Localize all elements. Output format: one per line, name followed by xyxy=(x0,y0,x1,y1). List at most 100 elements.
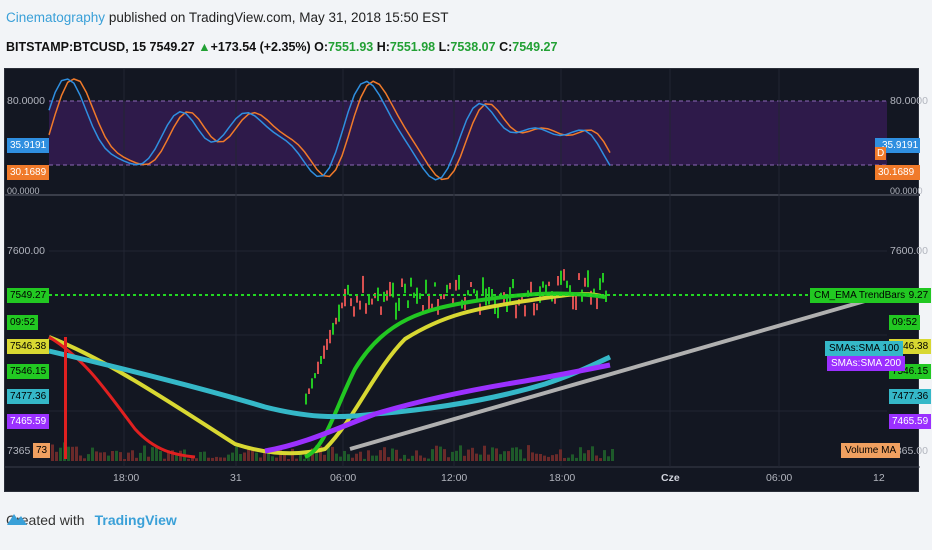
stoch-level-0-right: 00.0000 xyxy=(890,186,923,196)
candle xyxy=(377,287,379,302)
volume-bar xyxy=(555,454,558,461)
footer: Created with TradingView xyxy=(6,512,177,528)
volume-bar xyxy=(75,446,78,461)
low-value: 7538.07 xyxy=(450,40,496,54)
author-link[interactable]: Cinematography xyxy=(6,10,105,25)
volume-bar xyxy=(287,459,290,461)
candle xyxy=(344,288,346,307)
candle xyxy=(407,300,409,308)
sma100-label[interactable]: SMAs:SMA 100 xyxy=(825,341,904,356)
candle xyxy=(566,280,568,288)
volume-bar xyxy=(435,445,438,461)
volume-tag-left: 73 xyxy=(33,443,51,458)
candle xyxy=(569,285,571,293)
volume-bar xyxy=(611,449,614,461)
volume-bar xyxy=(579,447,582,461)
volume-bar xyxy=(239,454,242,461)
candle xyxy=(473,288,475,294)
candle xyxy=(434,282,436,287)
open-value: 7551.93 xyxy=(328,40,374,54)
volume-ma-label[interactable]: Volume MA xyxy=(841,443,901,458)
volume-bar xyxy=(163,458,166,461)
candle xyxy=(554,298,556,304)
candle xyxy=(362,275,364,293)
volume-bar xyxy=(103,452,106,461)
time-label-2: 31 xyxy=(230,472,242,484)
volume-bar xyxy=(503,451,506,461)
ema-green-tag-left: 7546.15 xyxy=(7,364,50,379)
candle xyxy=(536,303,538,311)
volume-bar xyxy=(519,449,522,461)
volume-bar xyxy=(195,458,198,461)
volume-bar xyxy=(483,445,486,461)
volume-bar xyxy=(151,447,154,461)
volume-bar xyxy=(455,450,458,461)
symbol-name[interactable]: BITSTAMP:BTCUSD, 15 xyxy=(6,40,146,54)
candle xyxy=(560,270,562,285)
stoch-d-tag-left: 30.1689 xyxy=(7,165,50,180)
high-value: 7551.98 xyxy=(389,40,436,54)
volume-bar xyxy=(523,458,526,461)
high-label: H: xyxy=(376,40,390,54)
volume-bar xyxy=(495,448,498,461)
volume-bar xyxy=(371,455,374,461)
volume-bar xyxy=(119,452,122,461)
price-7600-left: 7600.00 xyxy=(7,245,45,257)
volume-bar xyxy=(463,455,466,461)
candle xyxy=(329,329,331,344)
volume-bar xyxy=(203,451,206,461)
volume-bar xyxy=(111,451,114,461)
volume-bar xyxy=(59,447,62,461)
candle xyxy=(305,393,307,405)
stoch-level-80-right: 80.0000 xyxy=(890,95,928,107)
candle xyxy=(482,277,484,294)
candle xyxy=(425,279,427,294)
volume-bar xyxy=(467,449,470,461)
volume-bars xyxy=(51,442,614,461)
candle xyxy=(542,281,544,288)
volume-bar xyxy=(231,452,234,461)
candle xyxy=(449,282,451,290)
candle xyxy=(338,304,340,322)
candle xyxy=(401,278,403,287)
volume-bar xyxy=(379,450,382,461)
volume-bar xyxy=(415,450,418,461)
volume-bar xyxy=(127,452,130,461)
stoch-level-0-left: 00.0000 xyxy=(7,186,40,196)
volume-bar xyxy=(551,455,554,461)
volume-bar xyxy=(295,458,298,461)
volume-bar xyxy=(91,447,94,461)
volume-bar xyxy=(223,457,226,461)
volume-bar xyxy=(187,458,190,461)
candle xyxy=(320,356,322,364)
volume-bar xyxy=(219,457,222,461)
volume-bar xyxy=(443,449,446,461)
red-vertical-bar xyxy=(64,337,67,459)
volume-bar xyxy=(51,444,54,461)
volume-bar xyxy=(563,458,566,461)
publish-info: Cinematography published on TradingView.… xyxy=(6,10,449,25)
trendbars-label[interactable]: CM_EMA TrendBars xyxy=(810,288,910,303)
candlesticks[interactable] xyxy=(305,269,607,405)
chart-canvas[interactable] xyxy=(5,69,920,493)
candle xyxy=(599,278,601,290)
cyan-sma-line[interactable] xyxy=(48,348,612,420)
chart-area[interactable]: 80.0000 00.0000 35.9191 30.1689 80.0000 … xyxy=(4,68,932,493)
volume-bar xyxy=(211,457,214,461)
volume-bar xyxy=(595,455,598,461)
volume-bar xyxy=(603,450,606,461)
sma200-label[interactable]: SMAs:SMA 200 xyxy=(827,356,906,371)
volume-bar xyxy=(507,451,510,461)
countdown-tag-right: 09:52 xyxy=(889,315,921,330)
gray-trend-line[interactable] xyxy=(349,299,866,451)
volume-bar xyxy=(571,454,574,461)
volume-bar xyxy=(575,457,578,461)
volume-bar xyxy=(235,446,238,461)
time-label-3: 06:00 xyxy=(330,472,357,484)
volume-bar xyxy=(395,449,398,461)
volume-bar xyxy=(331,446,334,461)
tradingview-brand[interactable]: TradingView xyxy=(7,512,177,528)
volume-bar xyxy=(399,458,402,461)
candle xyxy=(587,270,589,288)
volume-bar xyxy=(131,450,134,461)
